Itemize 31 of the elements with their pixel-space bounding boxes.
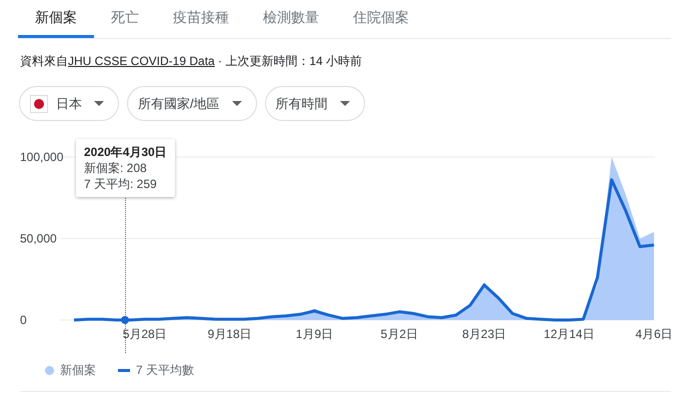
tab[interactable]: 檢測數量 bbox=[246, 0, 336, 38]
tab[interactable]: 疫苗接種 bbox=[156, 0, 246, 38]
caret-icon bbox=[94, 101, 104, 106]
caret-icon bbox=[232, 101, 242, 106]
axis-label: 5月28日 bbox=[122, 327, 167, 341]
source-link[interactable]: JHU CSSE COVID-19 Data bbox=[68, 54, 215, 68]
tab[interactable]: 住院個案 bbox=[336, 0, 426, 38]
axis-label: 100,000 bbox=[20, 150, 64, 164]
flag-icon bbox=[30, 94, 48, 112]
filter-dropdown[interactable]: 所有國家/地區 bbox=[127, 86, 257, 121]
axis-label: 5月2日 bbox=[380, 327, 418, 341]
tab[interactable]: 死亡 bbox=[94, 0, 156, 38]
hover-point bbox=[121, 316, 129, 324]
filter-dropdown[interactable]: 日本 bbox=[19, 86, 119, 121]
tooltip-line: 7 天平均: 259 bbox=[84, 176, 158, 192]
tooltip-line: 新個案: 208 bbox=[84, 160, 148, 176]
source-note: 資料來自JHU CSSE COVID-19 Data · 上次更新時間：14 小時前 bbox=[20, 53, 364, 70]
legend-label: 7 天平均數 bbox=[136, 362, 194, 379]
axis-label: 4月6日 bbox=[635, 327, 673, 341]
axis-label: 50,000 bbox=[20, 232, 57, 246]
filter-dropdown[interactable]: 所有時間 bbox=[264, 86, 365, 121]
axis-label: 8月23日 bbox=[462, 327, 506, 341]
axis-label: 1月9日 bbox=[296, 327, 334, 341]
legend-label: 新個案 bbox=[60, 362, 96, 379]
caret-icon bbox=[340, 101, 350, 106]
axis-label: 0 bbox=[20, 313, 27, 327]
tab[interactable]: 新個案 bbox=[18, 0, 94, 38]
legend-dot-icon bbox=[45, 366, 54, 375]
axis-label: 9月18日 bbox=[208, 327, 252, 341]
tooltip-title: 2020年4月30日 bbox=[84, 144, 167, 160]
axis-label: 12月14日 bbox=[544, 327, 594, 341]
